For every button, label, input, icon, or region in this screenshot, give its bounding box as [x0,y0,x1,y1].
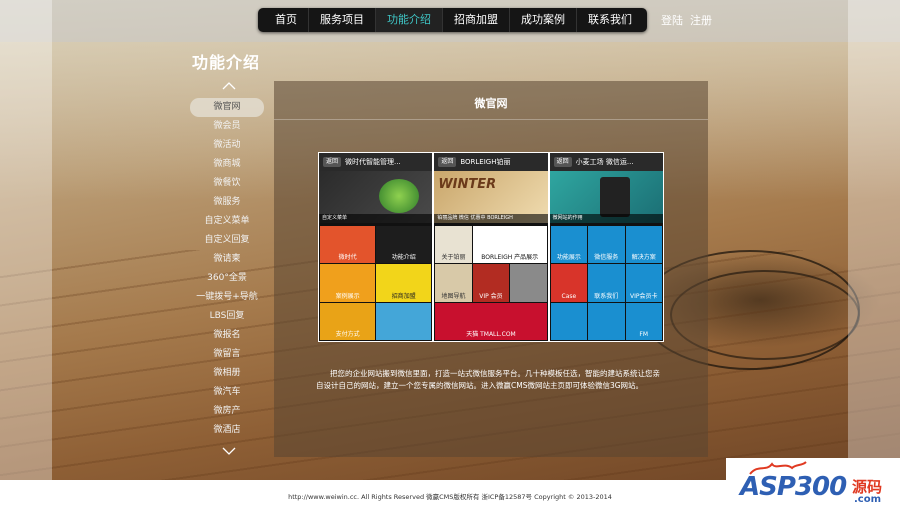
tile: 微时代 [320,226,376,264]
tile: 天猫 TMALL.COM [435,302,547,340]
phone-banner: 自定义菜单 [319,171,433,223]
tile: BORLEIGH 产品展示 [472,226,547,264]
sidebar-item-album[interactable]: 微相册 [190,364,264,383]
sidebar-item-activity[interactable]: 微活动 [190,136,264,155]
left-margin [0,0,52,480]
phone-banner: 微网站的作用 [549,171,663,223]
panel-title: 微官网 [474,97,508,110]
phone-preview-2: 返回 BORLEIGH铂丽 WINTER 铂丽品牌 微信 优惠中 BORLEIG… [434,153,548,341]
banner-caption: 铂丽品牌 微信 优惠中 BORLEIGH [434,214,548,223]
phone-banner: WINTER 铂丽品牌 微信 优惠中 BORLEIGH [434,171,548,223]
tile [588,302,625,340]
tile: 关于铂丽 [435,226,472,264]
phone-preview-3: 返回 小麦工场 微信运... 微网站的作用 功能展示 微信服务 解决方案 Cas… [549,153,663,341]
sidebar-item-panorama[interactable]: 360°全景 [190,269,264,288]
sidebar-item-micro-site[interactable]: 微官网 [190,98,264,117]
phone-preview-1: 返回 微时代智能管理... 自定义菜单 微时代 功能介绍 案例展示 招商加盟 支… [319,153,433,341]
tile: 功能介绍 [376,226,432,264]
phone-screenshots: 返回 微时代智能管理... 自定义菜单 微时代 功能介绍 案例展示 招商加盟 支… [318,152,664,342]
banner-winter-graphic: WINTER [438,177,497,192]
tile: 联系我们 [588,264,625,302]
back-button: 返回 [438,157,457,167]
sidebar-item-invitation[interactable]: 微请柬 [190,250,264,269]
tile: 招商加盟 [376,264,432,302]
banner-caption: 微网站的作用 [549,214,663,223]
logo-domain: .com [854,494,882,505]
sidebar-item-service[interactable]: 微服务 [190,193,264,212]
sidebar-item-hotel[interactable]: 微酒店 [190,421,264,440]
tile [376,302,432,340]
register-link[interactable]: 注册 [690,14,712,27]
logo-brand: ASP300 [740,472,847,502]
phone-tiles: 关于铂丽 BORLEIGH 产品展示 地图导航 VIP 会员 天猫 TMALL.… [434,225,547,341]
feature-sidebar: 微官网 微会员 微活动 微商城 微餐饮 微服务 自定义菜单 自定义回复 微请柬 … [190,98,264,440]
sidebar-item-signup[interactable]: 微报名 [190,326,264,345]
auth-links: 登陆 注册 [661,12,719,28]
sidebar-item-catering[interactable]: 微餐饮 [190,174,264,193]
tile: 解决方案 [625,226,662,264]
tile: 支付方式 [320,302,376,340]
page-title: 功能介绍 [192,53,261,72]
right-margin [848,0,900,480]
tile: FM [625,302,662,340]
login-link[interactable]: 登陆 [661,14,683,27]
nav-franchise[interactable]: 招商加盟 [443,8,510,32]
sidebar-item-realty[interactable]: 微房产 [190,402,264,421]
main-nav: 首页 服务项目 功能介绍 招商加盟 成功案例 联系我们 [258,8,647,32]
nav-cases[interactable]: 成功案例 [510,8,577,32]
tile: VIP会员卡 [625,264,662,302]
nav-home[interactable]: 首页 [264,8,309,32]
tile [550,302,588,340]
tile: 功能展示 [550,226,588,264]
sidebar-item-custom-menu[interactable]: 自定义菜单 [190,212,264,231]
scroll-up-icon[interactable] [222,82,236,90]
tile [510,264,547,302]
tile: VIP 会员 [472,264,510,302]
phone-device-graphic [599,177,630,217]
back-button: 返回 [323,157,342,167]
tile: 案例展示 [320,264,376,302]
phone-header: 返回 小麦工场 微信运... [549,153,663,171]
phone-title: 小麦工场 微信运... [575,158,634,166]
sidebar-item-car[interactable]: 微汽车 [190,383,264,402]
phone-header: 返回 微时代智能管理... [319,153,433,171]
sidebar-item-lbs[interactable]: LBS回复 [190,307,264,326]
tile: 微信服务 [588,226,625,264]
nav-features[interactable]: 功能介绍 [376,8,443,32]
phone-header: 返回 BORLEIGH铂丽 [434,153,548,171]
back-button: 返回 [553,157,572,167]
feature-description: 把您的企业网站搬到微信里面，打造一站式微信服务平台。几十种模板任选，智能的建站系… [316,369,660,390]
sidebar-item-message[interactable]: 微留言 [190,345,264,364]
asp300-logo: ASP300 源码 .com [726,458,900,511]
sidebar-item-mall[interactable]: 微商城 [190,155,264,174]
phone-tiles: 功能展示 微信服务 解决方案 Case 联系我们 VIP会员卡 FM [550,225,663,341]
app-icons-graphic [379,179,419,213]
scroll-down-icon[interactable] [222,447,236,455]
tile: Case [550,264,588,302]
tile: 地图导航 [435,264,472,302]
phone-title: BORLEIGH铂丽 [460,158,511,166]
sidebar-item-call-nav[interactable]: 一键拨号+导航 [190,288,264,307]
phone-title: 微时代智能管理... [345,158,401,166]
banner-caption: 自定义菜单 [319,214,433,223]
phone-tiles: 微时代 功能介绍 案例展示 招商加盟 支付方式 [319,225,432,341]
nav-services[interactable]: 服务项目 [309,8,376,32]
sidebar-item-custom-reply[interactable]: 自定义回复 [190,231,264,250]
sidebar-item-member[interactable]: 微会员 [190,117,264,136]
nav-contact[interactable]: 联系我们 [577,8,643,32]
panel-divider [274,119,708,120]
